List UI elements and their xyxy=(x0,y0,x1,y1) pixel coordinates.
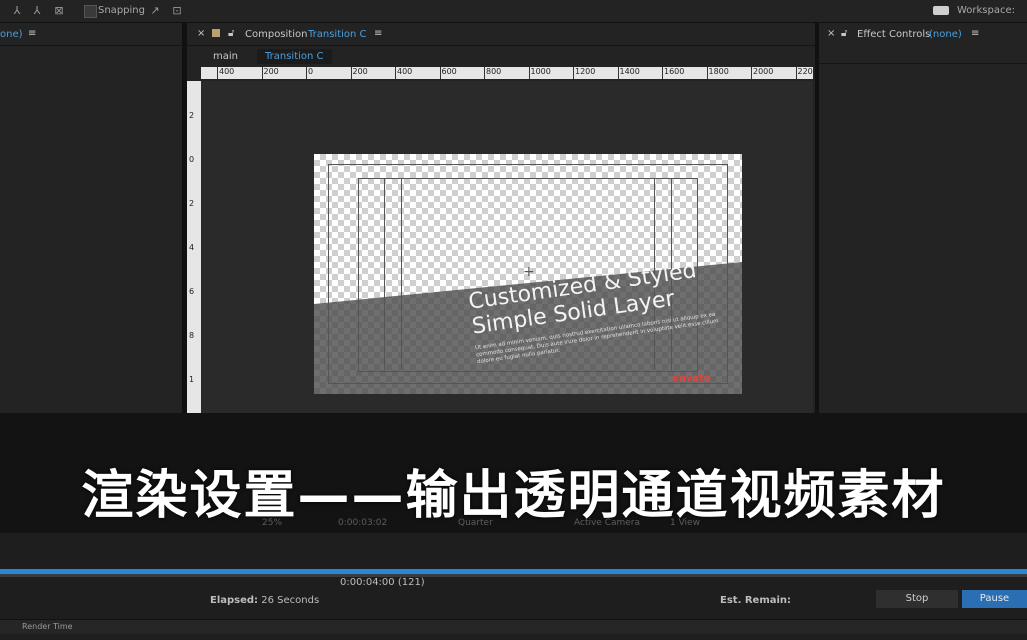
vertical-ruler: 2 0 2 4 6 8 1 xyxy=(187,81,201,413)
zoom-level[interactable]: 25% xyxy=(262,518,282,528)
close-icon[interactable]: × xyxy=(197,28,205,39)
top-toolbar: ⅄ ⅄ ⊠ Snapping ↗ ⊡ Workspace: xyxy=(0,0,1027,23)
ruler-label: 400 xyxy=(219,67,235,76)
axis-local-icon[interactable]: ⅄ xyxy=(10,4,24,18)
axis-view-icon[interactable]: ⊠ xyxy=(52,4,66,18)
ruler-label: 1200 xyxy=(575,67,596,76)
ruler-label: 8 xyxy=(189,331,195,340)
effect-controls-title: Effect Controls xyxy=(857,29,931,40)
ruler-label: 2 xyxy=(189,199,195,208)
composition-label: Composition xyxy=(245,29,308,40)
ruler-label: 1600 xyxy=(664,67,685,76)
ruler-label: 0 xyxy=(308,67,314,76)
composition-panel-header: × 🔓︎ Composition Transition C ≡ xyxy=(187,23,815,46)
composition-tabs: main Transition C xyxy=(187,46,815,66)
ruler-label: 1000 xyxy=(530,67,551,76)
ruler-label: 2000 xyxy=(753,67,774,76)
panel-menu-icon[interactable]: ≡ xyxy=(28,28,36,39)
ruler-label: 0 xyxy=(189,155,195,164)
viewer-bottom-bar: 25% 0:00:03:02 Quarter Active Camera 1 V… xyxy=(0,513,1027,533)
caption-band: 渲染设置——输出透明通道视频素材 25% 0:00:03:02 Quarter … xyxy=(0,413,1027,533)
lock-icon[interactable]: 🔓︎ xyxy=(841,28,847,39)
ruler-label: 1 xyxy=(189,375,195,384)
resolution-select[interactable]: Quarter xyxy=(458,518,493,528)
workspace-icon[interactable] xyxy=(933,6,949,15)
ruler-label: 200 xyxy=(352,67,368,76)
composition-name: Transition C xyxy=(308,29,367,40)
transparency-grid: + Customized & Styled Simple Solid Layer… xyxy=(314,154,742,394)
effect-controls-panel: × 🔓︎ Effect Controls (none) ≡ xyxy=(819,23,1027,413)
ruler-label: 1800 xyxy=(708,67,729,76)
project-panel-title: one) xyxy=(0,29,23,40)
snapping-label: Snapping xyxy=(98,5,145,16)
render-queue-panel: 0:00:04:00 (121) Elapsed: 26 Seconds Est… xyxy=(0,533,1027,640)
axis-world-icon[interactable]: ⅄ xyxy=(30,4,44,18)
elapsed-readout: Elapsed: 26 Seconds xyxy=(210,595,319,606)
current-timecode[interactable]: 0:00:03:02 xyxy=(338,518,387,528)
panel-menu-icon[interactable]: ≡ xyxy=(374,28,382,39)
composition-icon xyxy=(212,29,220,37)
project-panel-header: one) ≡ xyxy=(0,23,182,46)
ruler-label: 1400 xyxy=(619,67,640,76)
horizontal-ruler: 400 200 0 200 400 600 800 1000 1200 1400 1600 1800 2… xyxy=(201,67,813,79)
est-remain-label: Est. Remain: xyxy=(720,595,792,606)
ruler-label: 2 xyxy=(189,111,195,120)
crosshair-icon: + xyxy=(523,264,535,280)
render-column-header: Render Time xyxy=(0,619,1027,634)
view-layout-select[interactable]: 1 View xyxy=(670,518,700,528)
ruler-label: 400 xyxy=(397,67,413,76)
workspace-label[interactable]: Workspace: xyxy=(957,5,1015,16)
effect-controls-header: × 🔓︎ Effect Controls (none) ≡ xyxy=(819,23,1027,64)
lock-icon[interactable]: 🔓︎ xyxy=(228,28,234,39)
ruler-label: 2200 xyxy=(797,67,814,76)
elapsed-value: 26 Seconds xyxy=(261,595,320,606)
stop-button[interactable]: Stop xyxy=(876,590,958,608)
close-icon[interactable]: × xyxy=(827,28,835,39)
tab-main[interactable]: main xyxy=(213,51,238,62)
snapping-checkbox[interactable] xyxy=(84,5,97,18)
render-timecode: 0:00:04:00 (121) xyxy=(340,577,425,588)
ruler-label: 6 xyxy=(189,287,195,296)
panel-menu-icon[interactable]: ≡ xyxy=(971,28,979,39)
snap-target-icon[interactable]: ⊡ xyxy=(170,4,184,18)
ruler-label: 800 xyxy=(486,67,502,76)
camera-select[interactable]: Active Camera xyxy=(574,518,640,528)
tab-transition-c[interactable]: Transition C xyxy=(257,49,332,64)
center-cut-guide-left xyxy=(384,178,402,370)
project-panel: one) ≡ xyxy=(0,23,182,413)
ruler-label: 600 xyxy=(441,67,457,76)
effect-controls-value: (none) xyxy=(929,29,962,40)
progress-track xyxy=(0,574,1027,577)
pause-button[interactable]: Pause xyxy=(962,590,1027,608)
snap-arrow-icon[interactable]: ↗ xyxy=(148,4,162,18)
composition-panel: × 🔓︎ Composition Transition C ≡ main Tra… xyxy=(187,23,815,413)
elapsed-label: Elapsed: xyxy=(210,595,259,606)
ruler-label: 200 xyxy=(263,67,279,76)
ruler-label: 4 xyxy=(189,243,195,252)
envato-logo: envato xyxy=(672,373,711,384)
composition-viewer[interactable]: + Customized & Styled Simple Solid Layer… xyxy=(201,81,813,413)
render-time-column[interactable]: Render Time xyxy=(22,622,73,631)
